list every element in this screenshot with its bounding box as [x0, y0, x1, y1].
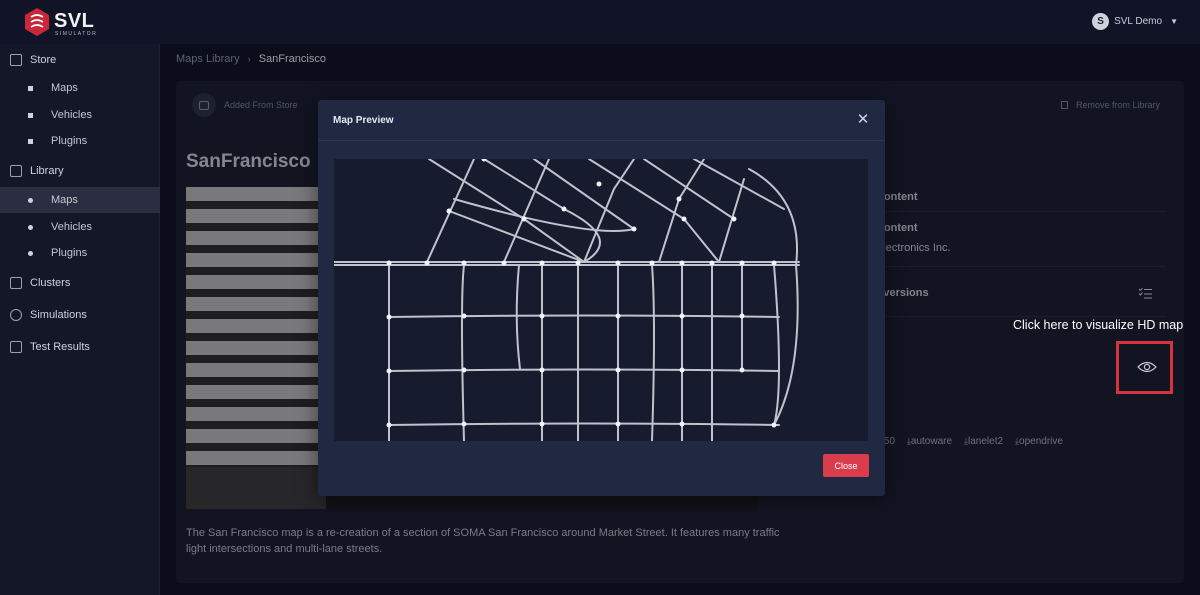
user-menu[interactable]: S SVL Demo ▼ — [1092, 13, 1178, 30]
hd-map-preview[interactable] — [334, 159, 868, 441]
logo-subtext: SIMULATOR — [55, 31, 98, 37]
sidebar-item-library[interactable]: Library — [0, 157, 160, 185]
sidebar-item-label: Store — [30, 54, 57, 66]
map-preview-modal: Map Preview ✕ Close — [318, 100, 885, 496]
top-bar: SVL SIMULATOR S SVL Demo ▼ — [0, 0, 1200, 44]
sidebar-item-library-vehicles[interactable]: Vehicles — [0, 214, 160, 240]
sidebar-item-label: Maps — [51, 82, 78, 94]
bullet-icon — [28, 112, 33, 118]
sidebar-item-label: Plugins — [51, 135, 88, 147]
sidebar-item-store-maps[interactable]: Maps — [0, 75, 160, 101]
road-network-graphic — [334, 159, 800, 441]
user-name: SVL Demo — [1114, 16, 1163, 27]
sidebar-item-test-results[interactable]: Test Results — [0, 333, 160, 361]
sidebar: Store Maps Vehicles Plugins Library Maps… — [0, 44, 160, 595]
folder-icon — [10, 165, 22, 177]
sidebar-item-label: Maps — [51, 194, 78, 206]
modal-header: Map Preview ✕ — [318, 100, 885, 141]
sidebar-item-label: Library — [30, 165, 64, 177]
bullet-icon — [28, 138, 33, 144]
svl-logo[interactable]: SVL SIMULATOR — [24, 7, 134, 37]
bullet-icon — [28, 224, 33, 230]
avatar: S — [1092, 13, 1110, 30]
sidebar-item-store[interactable]: Store — [0, 46, 160, 74]
sidebar-item-library-maps[interactable]: Maps — [0, 187, 160, 213]
sidebar-item-store-plugins[interactable]: Plugins — [0, 128, 160, 154]
close-button[interactable]: Close — [823, 454, 869, 477]
sidebar-item-label: Vehicles — [51, 109, 92, 121]
sidebar-item-label: Clusters — [30, 277, 71, 289]
sidebar-item-label: Simulations — [30, 309, 87, 321]
eye-icon[interactable] — [1137, 360, 1157, 374]
close-icon[interactable]: ✕ — [856, 112, 870, 127]
sidebar-item-label: Vehicles — [51, 221, 92, 233]
bullet-icon — [28, 250, 33, 256]
chevron-down-icon: ▼ — [1170, 17, 1178, 26]
sidebar-item-store-vehicles[interactable]: Vehicles — [0, 102, 160, 128]
clusters-icon — [10, 277, 22, 289]
logo-mark-icon — [25, 8, 49, 36]
logo-text: SVL — [54, 10, 95, 32]
sidebar-item-label: Test Results — [30, 341, 90, 353]
store-icon — [10, 54, 22, 66]
play-icon — [10, 309, 22, 321]
checkbox-icon — [10, 341, 22, 353]
annotation-hint: Click here to visualize HD map — [1013, 318, 1184, 332]
sidebar-item-label: Plugins — [51, 247, 88, 259]
bullet-icon — [28, 85, 33, 91]
sidebar-item-clusters[interactable]: Clusters — [0, 269, 160, 297]
sidebar-item-library-plugins[interactable]: Plugins — [0, 240, 160, 266]
modal-title: Map Preview — [333, 115, 394, 126]
bullet-icon — [28, 197, 33, 203]
sidebar-item-simulations[interactable]: Simulations — [0, 301, 160, 329]
